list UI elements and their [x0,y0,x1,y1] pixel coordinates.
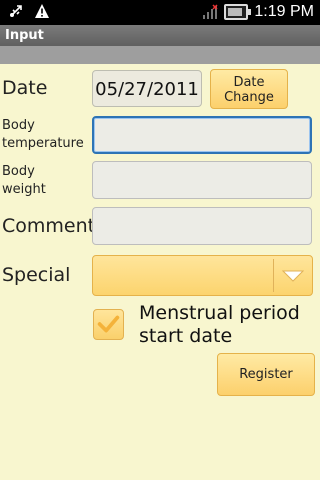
chevron-down-icon [282,270,304,282]
body-weight-input[interactable] [92,161,312,199]
warning-icon [35,4,49,18]
date-label: Date [2,77,48,99]
title-shadow [0,46,320,64]
date-field[interactable]: 05/27/2011 [92,70,202,107]
status-bar: 1:19 PM [0,0,320,25]
comment-input[interactable] [92,207,312,245]
dropdown-divider [273,259,274,292]
body-temperature-label: Body temperature [2,118,84,151]
body-weight-label: Body weight [2,164,46,197]
usb-icon [10,5,22,17]
body-temperature-input[interactable] [92,116,312,154]
register-button[interactable]: Register [217,353,315,396]
special-dropdown[interactable] [92,255,313,296]
signal-icon [203,4,218,19]
menstrual-checkbox[interactable] [93,309,124,340]
special-label: Special [2,264,71,286]
battery-icon [224,4,252,20]
date-change-button[interactable]: Date Change [210,69,288,109]
status-time: 1:19 PM [254,3,314,20]
comment-label: Comment [2,215,96,237]
menstrual-label: Menstrual period start date [139,302,300,347]
page-title: Input [0,25,320,46]
checkmark-icon [97,315,120,333]
